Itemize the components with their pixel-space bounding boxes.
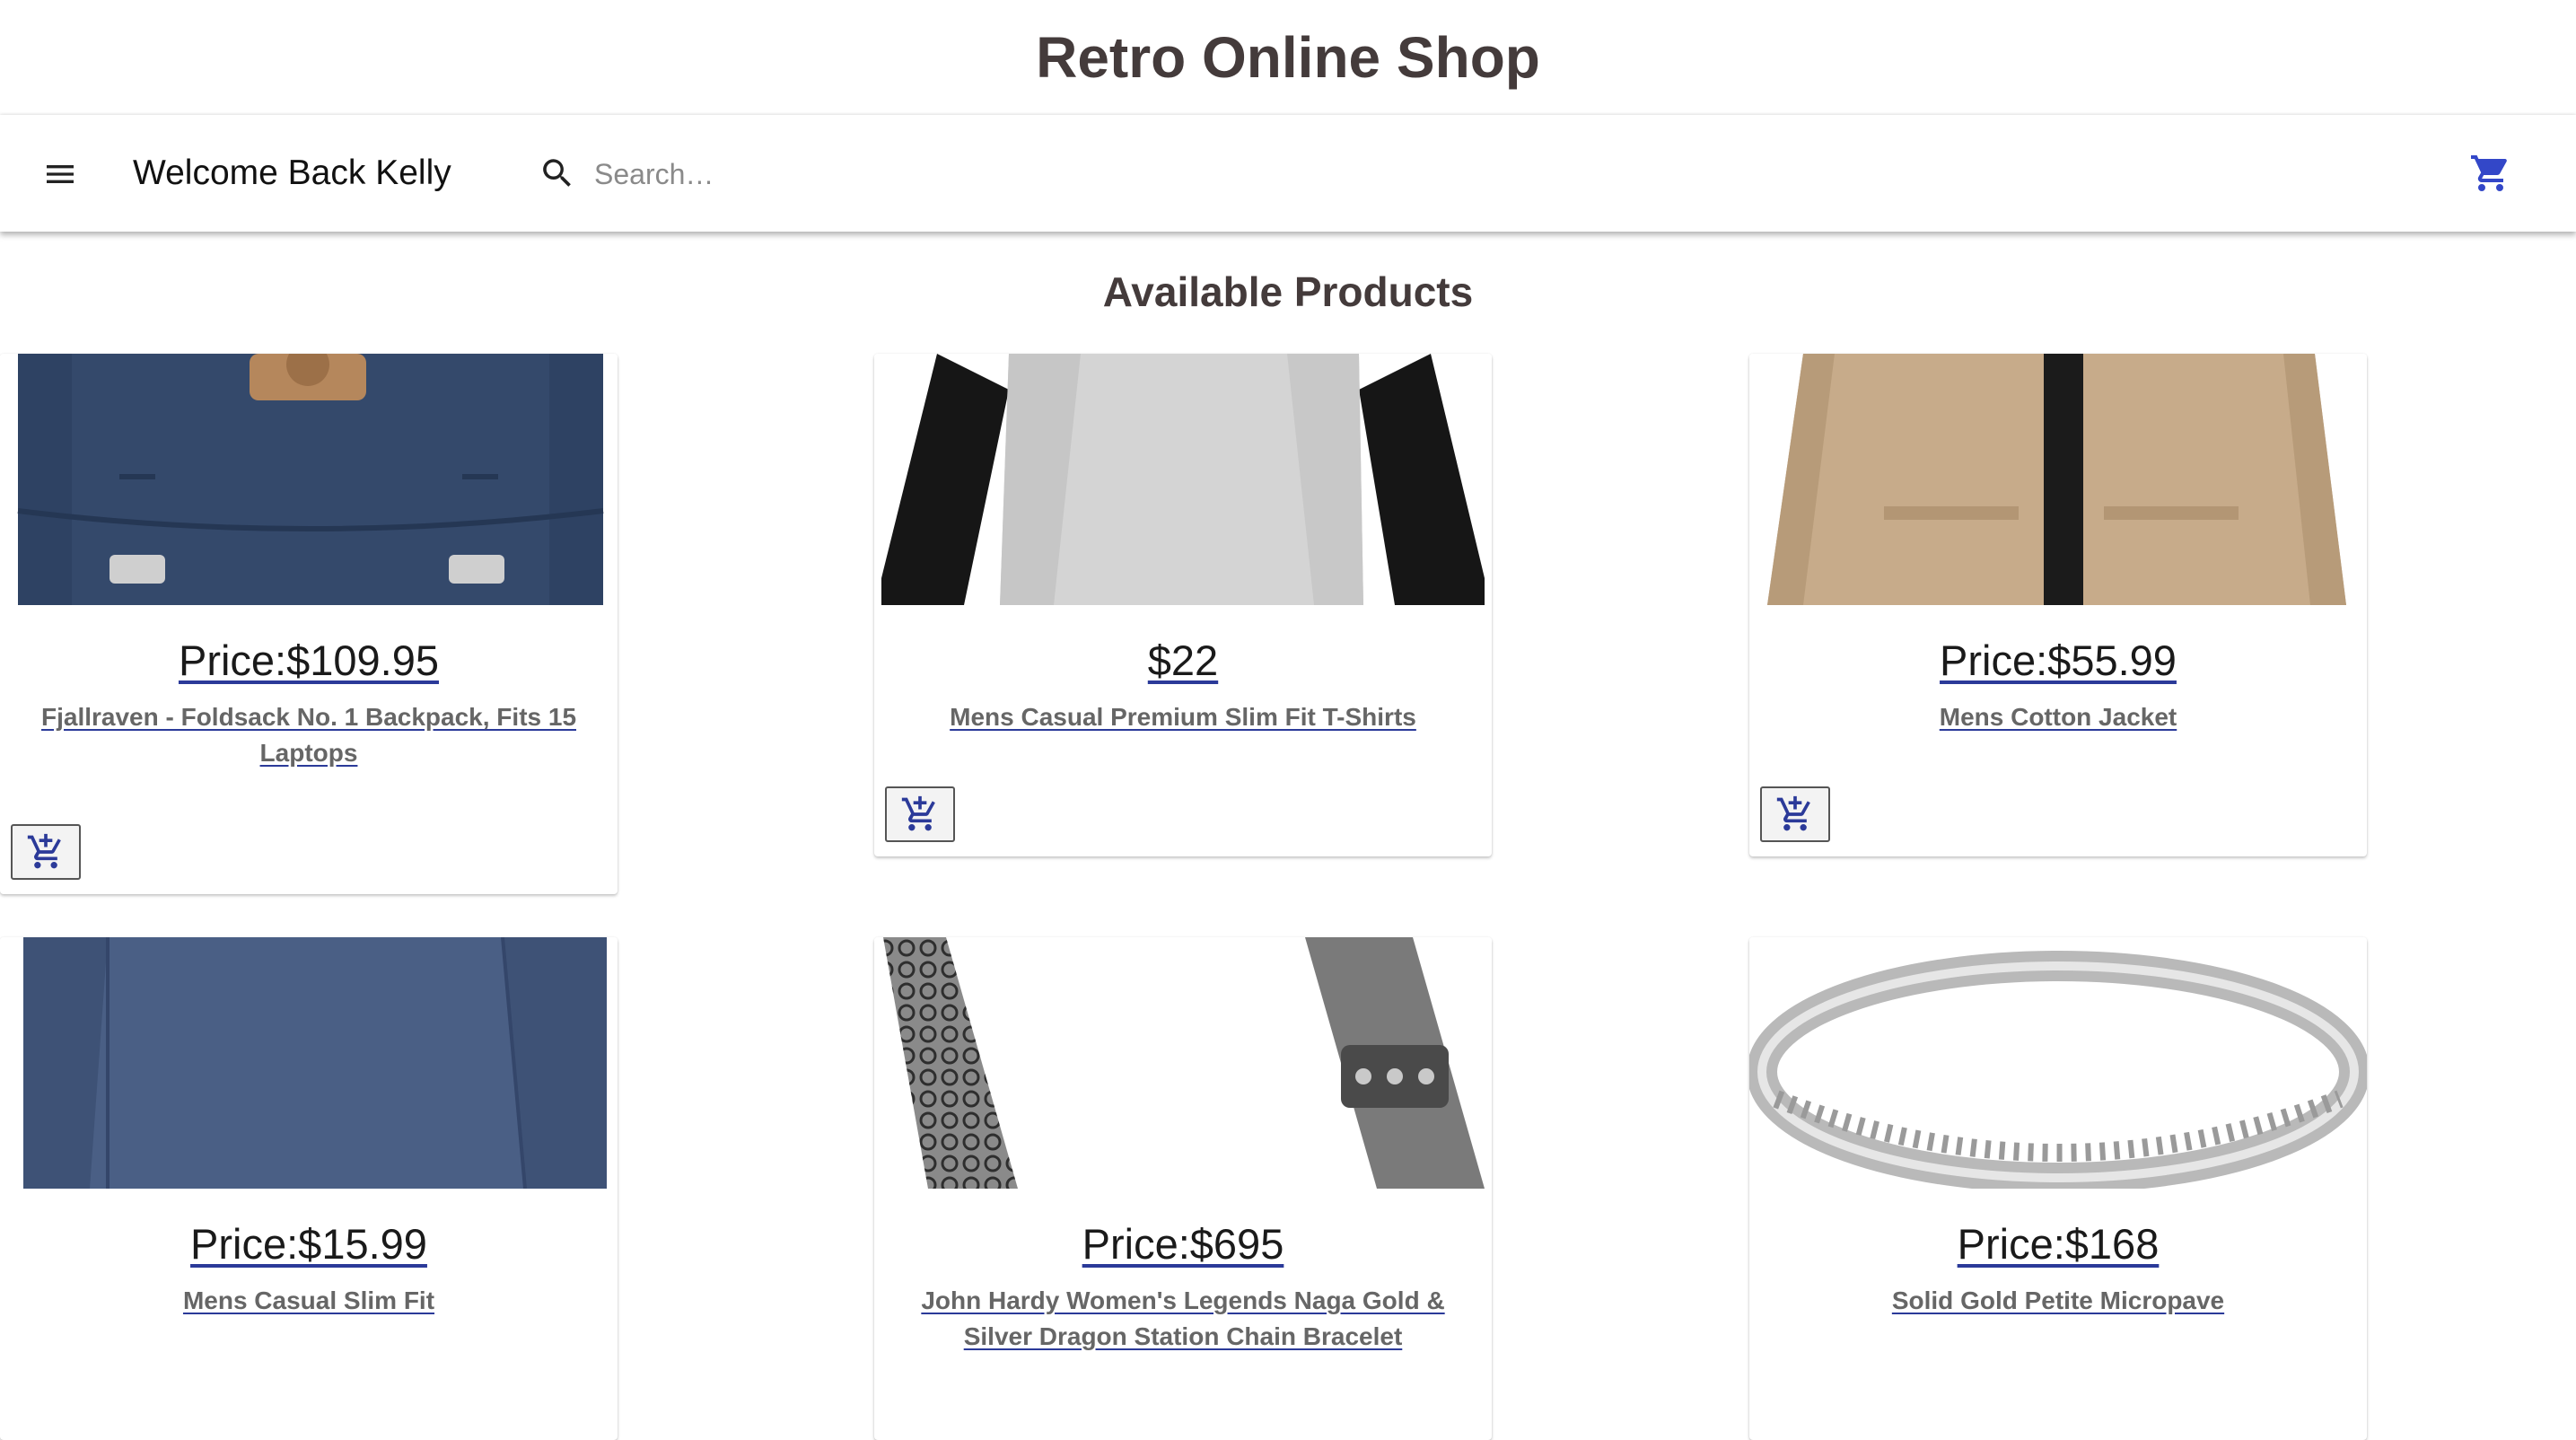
cart-icon [2471,155,2507,191]
product-card: Price:$109.95 Fjallraven - Foldsack No. … [0,354,618,894]
product-price[interactable]: Price:$168 [1749,1219,2367,1269]
product-price[interactable]: Price:$55.99 [1749,636,2367,685]
search-icon [535,151,580,196]
product-price[interactable]: Price:$695 [874,1219,1492,1269]
product-card: Price:$168 Solid Gold Petite Micropave [1749,937,2367,1440]
product-image-ring[interactable] [1749,937,2367,1189]
product-title[interactable]: John Hardy Women's Legends Naga Gold & S… [898,1283,1468,1355]
menu-icon [47,165,74,183]
product-image-backpack[interactable] [0,354,618,605]
product-title[interactable]: Mens Casual Slim Fit [23,1283,594,1319]
product-title[interactable]: Solid Gold Petite Micropave [1773,1283,2344,1319]
add-to-cart-button[interactable] [1760,786,1830,842]
add-cart-icon [27,833,61,869]
product-price[interactable]: Price:$109.95 [0,636,618,685]
product-title[interactable]: Fjallraven - Foldsack No. 1 Backpack, Fi… [23,699,594,771]
product-image-longsleeve[interactable] [0,937,618,1189]
product-image-bracelet[interactable] [874,937,1492,1189]
product-price[interactable]: $22 [874,636,1492,685]
product-image-jacket[interactable] [1749,354,2367,605]
product-card: Price:$55.99 Mens Cotton Jacket [1749,354,2367,856]
product-image-tshirt[interactable] [874,354,1492,605]
add-cart-icon [1776,795,1810,831]
add-cart-icon [901,795,935,831]
menu-button[interactable] [34,148,86,200]
site-title: Retro Online Shop [0,0,2576,115]
welcome-text: Welcome Back Kelly [133,154,451,192]
product-card: $22 Mens Casual Premium Slim Fit T-Shirt… [874,354,1492,856]
product-price[interactable]: Price:$15.99 [0,1219,618,1269]
section-title: Available Products [1102,268,1474,315]
cart-button[interactable] [2466,149,2515,198]
product-title[interactable]: Mens Casual Premium Slim Fit T-Shirts [898,699,1468,735]
add-to-cart-button[interactable] [885,786,955,842]
product-card: Price:$695 John Hardy Women's Legends Na… [874,937,1492,1440]
top-app-bar: Welcome Back Kelly [0,115,2576,232]
add-to-cart-button[interactable] [11,824,81,880]
product-title[interactable]: Mens Cotton Jacket [1773,699,2344,735]
product-card: Price:$15.99 Mens Casual Slim Fit [0,937,618,1440]
search-input[interactable] [592,144,1404,205]
